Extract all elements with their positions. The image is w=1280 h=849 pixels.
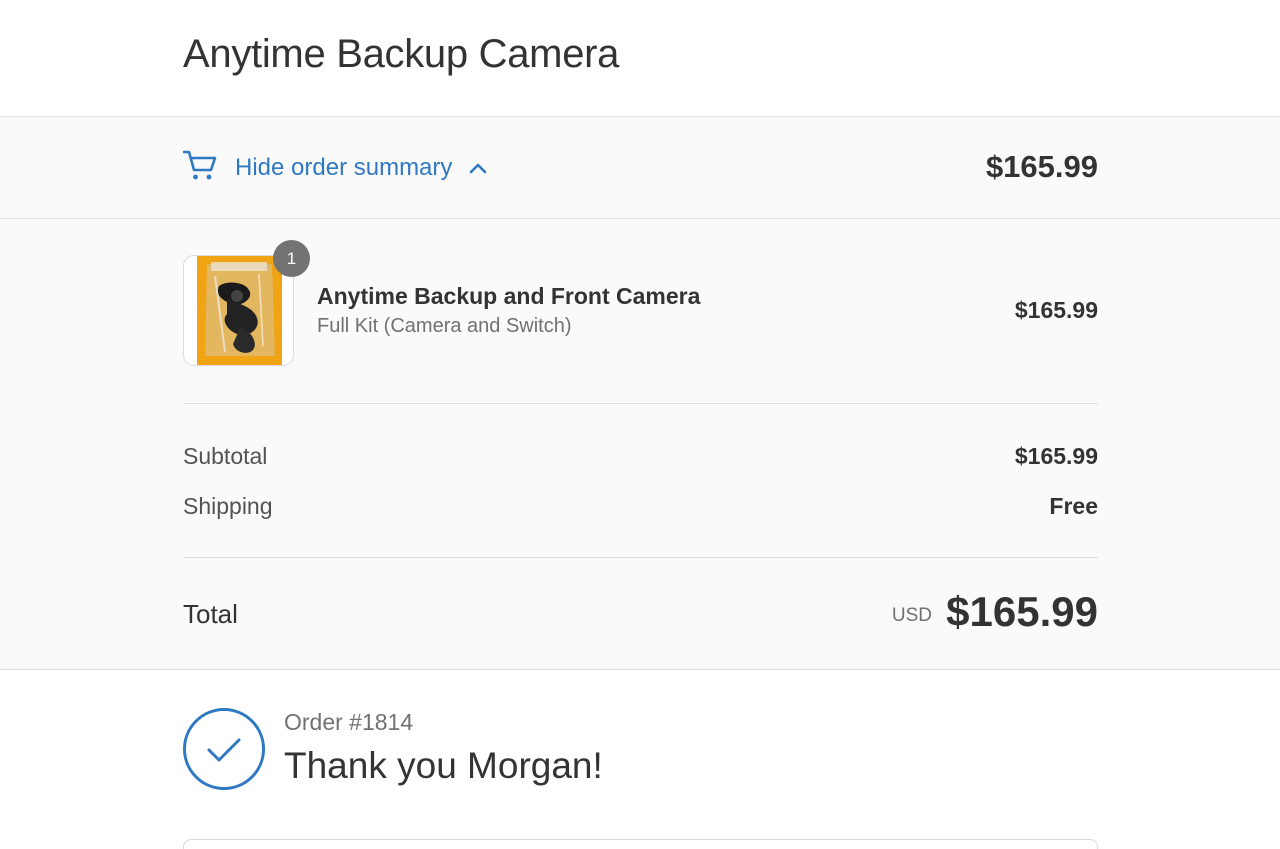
order-status-box (183, 839, 1098, 849)
summary-total-price: $165.99 (985, 149, 1098, 184)
total-currency: USD (891, 605, 932, 626)
order-number: Order #1814 (284, 709, 414, 735)
totals-divider (183, 557, 1098, 558)
total-amount: $165.99 (946, 588, 1098, 635)
total-label: Total (183, 599, 238, 629)
product-thumbnail (183, 255, 294, 366)
cart-icon (183, 150, 217, 180)
product-image (197, 256, 282, 365)
shipping-label: Shipping (183, 493, 273, 519)
subtotal-value: $165.99 (1014, 443, 1098, 469)
order-confirmation-content: Order #1814 Thank you Morgan! (183, 670, 1098, 849)
shipping-value: Free (1049, 493, 1098, 519)
store-header: Anytime Backup Camera (0, 0, 1280, 117)
thank-you-heading: Thank you Morgan! (284, 745, 603, 786)
order-confirmation: Order #1814 Thank you Morgan! (0, 670, 1280, 849)
product-variant: Full Kit (Camera and Switch) (317, 315, 572, 337)
hide-order-summary-label[interactable]: Hide order summary (235, 153, 452, 183)
checkmark-circle-icon (183, 708, 265, 790)
product-price: $165.99 (1014, 297, 1098, 323)
product-name: Anytime Backup and Front Camera (317, 283, 701, 309)
chevron-up-icon (469, 163, 487, 174)
store-name[interactable]: Anytime Backup Camera (183, 30, 619, 78)
checkout-page: Anytime Backup Camera Hide order summary… (0, 0, 1280, 849)
order-summary-content: 1 Anytime Backup and Front Camera Full K… (183, 219, 1098, 669)
order-summary: 1 Anytime Backup and Front Camera Full K… (0, 219, 1280, 670)
products-divider (183, 403, 1098, 404)
order-summary-toggle-content[interactable]: Hide order summary $165.99 (183, 117, 1098, 218)
order-summary-toggle[interactable]: Hide order summary $165.99 (0, 117, 1280, 219)
subtotal-label: Subtotal (183, 443, 268, 469)
quantity-badge: 1 (273, 240, 310, 277)
